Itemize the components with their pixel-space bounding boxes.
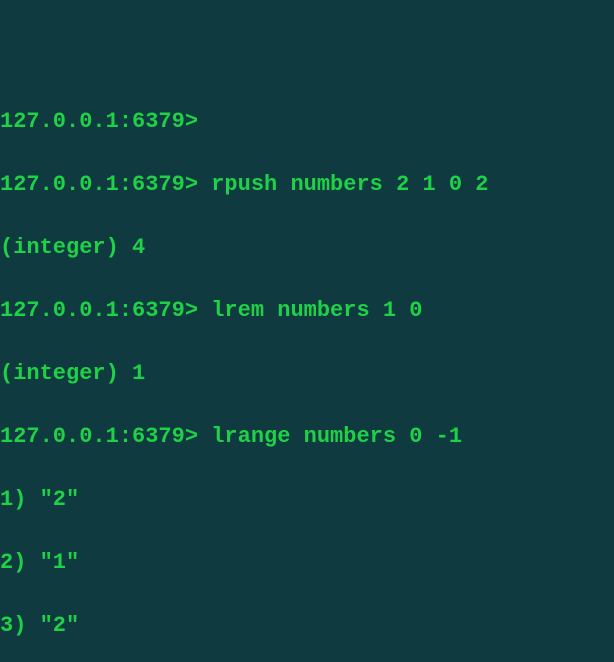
terminal-line: 2) "1" — [0, 547, 614, 579]
terminal-line: 127.0.0.1:6379> lrange numbers 0 -1 — [0, 421, 614, 453]
terminal-line: 127.0.0.1:6379> — [0, 106, 614, 138]
terminal-line: (integer) 1 — [0, 358, 614, 390]
terminal-line: (integer) 4 — [0, 232, 614, 264]
terminal-line: 127.0.0.1:6379> rpush numbers 2 1 0 2 — [0, 169, 614, 201]
terminal-line: 3) "2" — [0, 610, 614, 642]
terminal-line: 127.0.0.1:6379> lrem numbers 1 0 — [0, 295, 614, 327]
terminal-line: 1) "2" — [0, 484, 614, 516]
